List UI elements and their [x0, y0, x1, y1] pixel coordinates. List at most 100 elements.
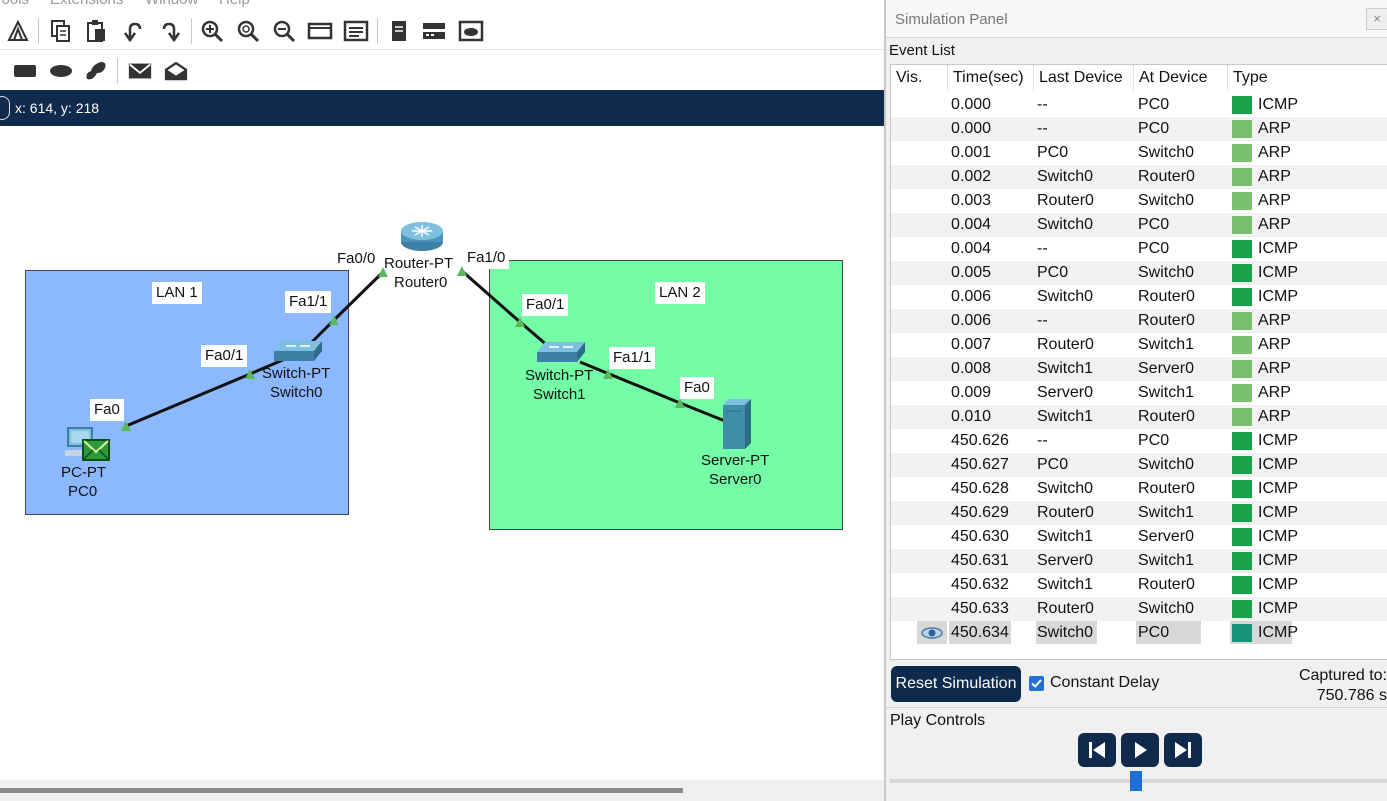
last-device-cell: Switch1 [1037, 576, 1094, 593]
visibility-cell[interactable] [917, 405, 947, 428]
event-row[interactable]: 0.004 Switch0 PC0 ARP [891, 213, 1387, 237]
col-type[interactable]: Type [1233, 69, 1268, 87]
type-cell: ICMP [1258, 480, 1298, 497]
port-label-pc0-fa0: Fa0 [90, 399, 124, 421]
visibility-cell[interactable] [917, 333, 947, 356]
time-cell: 450.632 [951, 576, 1009, 593]
visibility-cell[interactable] [917, 261, 947, 284]
visibility-cell[interactable] [917, 93, 947, 116]
type-color-swatch [1232, 264, 1252, 282]
visibility-cell[interactable] [917, 285, 947, 308]
menu-tools[interactable]: Tools [0, 0, 29, 8]
event-row[interactable]: 450.627 PC0 Switch0 ICMP [891, 453, 1387, 477]
navigator-icon[interactable] [5, 18, 31, 44]
cloud-icon[interactable] [458, 18, 484, 44]
col-at-device[interactable]: At Device [1139, 69, 1207, 87]
at-device-cell: Server0 [1138, 360, 1195, 377]
event-row[interactable]: 450.632 Switch1 Router0 ICMP [891, 573, 1387, 597]
event-row[interactable]: 450.633 Router0 Switch0 ICMP [891, 597, 1387, 621]
event-row[interactable]: 450.630 Switch1 Server0 ICMP [891, 525, 1387, 549]
visibility-cell[interactable] [917, 501, 947, 524]
ellipse-icon[interactable] [48, 58, 74, 84]
visibility-cell[interactable] [917, 477, 947, 500]
visibility-cell[interactable] [917, 189, 947, 212]
time-cell: 0.009 [951, 384, 992, 401]
event-row[interactable]: 0.006 -- Router0 ARP [891, 309, 1387, 333]
col-time[interactable]: Time(sec) [953, 69, 1024, 87]
rectangle-icon[interactable] [12, 58, 38, 84]
visibility-cell[interactable] [917, 525, 947, 548]
col-last-device[interactable]: Last Device [1039, 69, 1123, 87]
complex-pdu-icon[interactable] [163, 58, 189, 84]
visibility-cell[interactable] [917, 237, 947, 260]
time-cell: 0.008 [951, 360, 992, 377]
event-row[interactable]: 0.001 PC0 Switch0 ARP [891, 141, 1387, 165]
event-row[interactable]: 450.631 Server0 Switch1 ICMP [891, 549, 1387, 573]
eye-icon[interactable] [920, 625, 944, 641]
logical-workspace[interactable]: LAN 1 LAN 2 Router-PT Router0 Fa0/0 Fa1/… [0, 126, 884, 786]
visibility-cell[interactable] [917, 165, 947, 188]
custom-device-dialog-icon[interactable] [343, 18, 369, 44]
event-row[interactable]: 450.629 Router0 Switch1 ICMP [891, 501, 1387, 525]
forward-icon[interactable] [1164, 733, 1202, 767]
zoom-out-icon[interactable] [271, 18, 297, 44]
event-row[interactable]: 450.628 Switch0 Router0 ICMP [891, 477, 1387, 501]
horizontal-scrollbar[interactable] [0, 780, 884, 801]
event-row[interactable]: 0.000 -- PC0 ARP [891, 117, 1387, 141]
event-row[interactable]: 0.005 PC0 Switch0 ICMP [891, 261, 1387, 285]
visibility-cell[interactable] [917, 309, 947, 332]
menu-help[interactable]: Help [219, 0, 250, 8]
last-device-cell: -- [1037, 240, 1048, 257]
event-row[interactable]: 0.000 -- PC0 ICMP [891, 93, 1387, 117]
server0-icon[interactable] [721, 399, 753, 455]
paste-icon[interactable] [84, 18, 110, 44]
visibility-cell[interactable] [917, 213, 947, 236]
copy-icon[interactable] [48, 18, 74, 44]
visibility-cell[interactable] [917, 141, 947, 164]
event-row[interactable]: 0.003 Router0 Switch0 ARP [891, 189, 1387, 213]
redo-icon[interactable] [157, 18, 183, 44]
constant-delay-checkbox[interactable] [1029, 676, 1044, 691]
drawing-palette-icon[interactable] [307, 18, 333, 44]
reset-simulation-button[interactable]: Reset Simulation [891, 666, 1021, 702]
col-vis[interactable]: Vis. [896, 69, 922, 87]
event-row[interactable]: 450.626 -- PC0 ICMP [891, 429, 1387, 453]
bar-grip[interactable] [0, 96, 10, 120]
back-icon[interactable] [1078, 733, 1116, 767]
close-icon[interactable]: × [1366, 8, 1387, 30]
router0-icon[interactable] [400, 220, 444, 256]
visibility-cell[interactable] [917, 597, 947, 620]
network-device-icon[interactable] [421, 18, 447, 44]
event-row[interactable]: 0.010 Switch1 Router0 ARP [891, 405, 1387, 429]
event-row[interactable]: 0.004 -- PC0 ICMP [891, 237, 1387, 261]
playback-speed-slider[interactable] [1130, 771, 1142, 791]
event-row[interactable]: 450.634 Switch0 PC0 ICMP [891, 621, 1387, 645]
app-window: Tools Extensions Window Help [0, 0, 1387, 801]
event-row[interactable]: 0.007 Router0 Switch1 ARP [891, 333, 1387, 357]
time-cell: 450.628 [951, 480, 1009, 497]
pc0-name: PC0 [68, 483, 98, 500]
notes-icon[interactable] [386, 18, 412, 44]
freeform-icon[interactable] [83, 58, 109, 84]
menu-window[interactable]: Window [145, 0, 198, 8]
server0-type: Server-PT [701, 452, 770, 469]
event-row[interactable]: 0.006 Switch0 Router0 ICMP [891, 285, 1387, 309]
event-row[interactable]: 0.009 Server0 Switch1 ARP [891, 381, 1387, 405]
visibility-cell[interactable] [917, 573, 947, 596]
visibility-cell[interactable] [917, 381, 947, 404]
scrollbar-thumb[interactable] [0, 788, 683, 793]
event-row[interactable]: 0.008 Switch1 Server0 ARP [891, 357, 1387, 381]
undo-icon[interactable] [121, 18, 147, 44]
constant-delay-label: Constant Delay [1050, 674, 1160, 691]
visibility-cell[interactable] [917, 453, 947, 476]
zoom-reset-icon[interactable] [235, 18, 261, 44]
visibility-cell[interactable] [917, 117, 947, 140]
visibility-cell[interactable] [917, 429, 947, 452]
menu-extensions[interactable]: Extensions [50, 0, 123, 8]
play-icon[interactable] [1121, 733, 1159, 767]
simple-pdu-icon[interactable] [127, 58, 153, 84]
event-row[interactable]: 0.002 Switch0 Router0 ARP [891, 165, 1387, 189]
visibility-cell[interactable] [917, 357, 947, 380]
zoom-in-icon[interactable] [199, 18, 225, 44]
visibility-cell[interactable] [917, 549, 947, 572]
